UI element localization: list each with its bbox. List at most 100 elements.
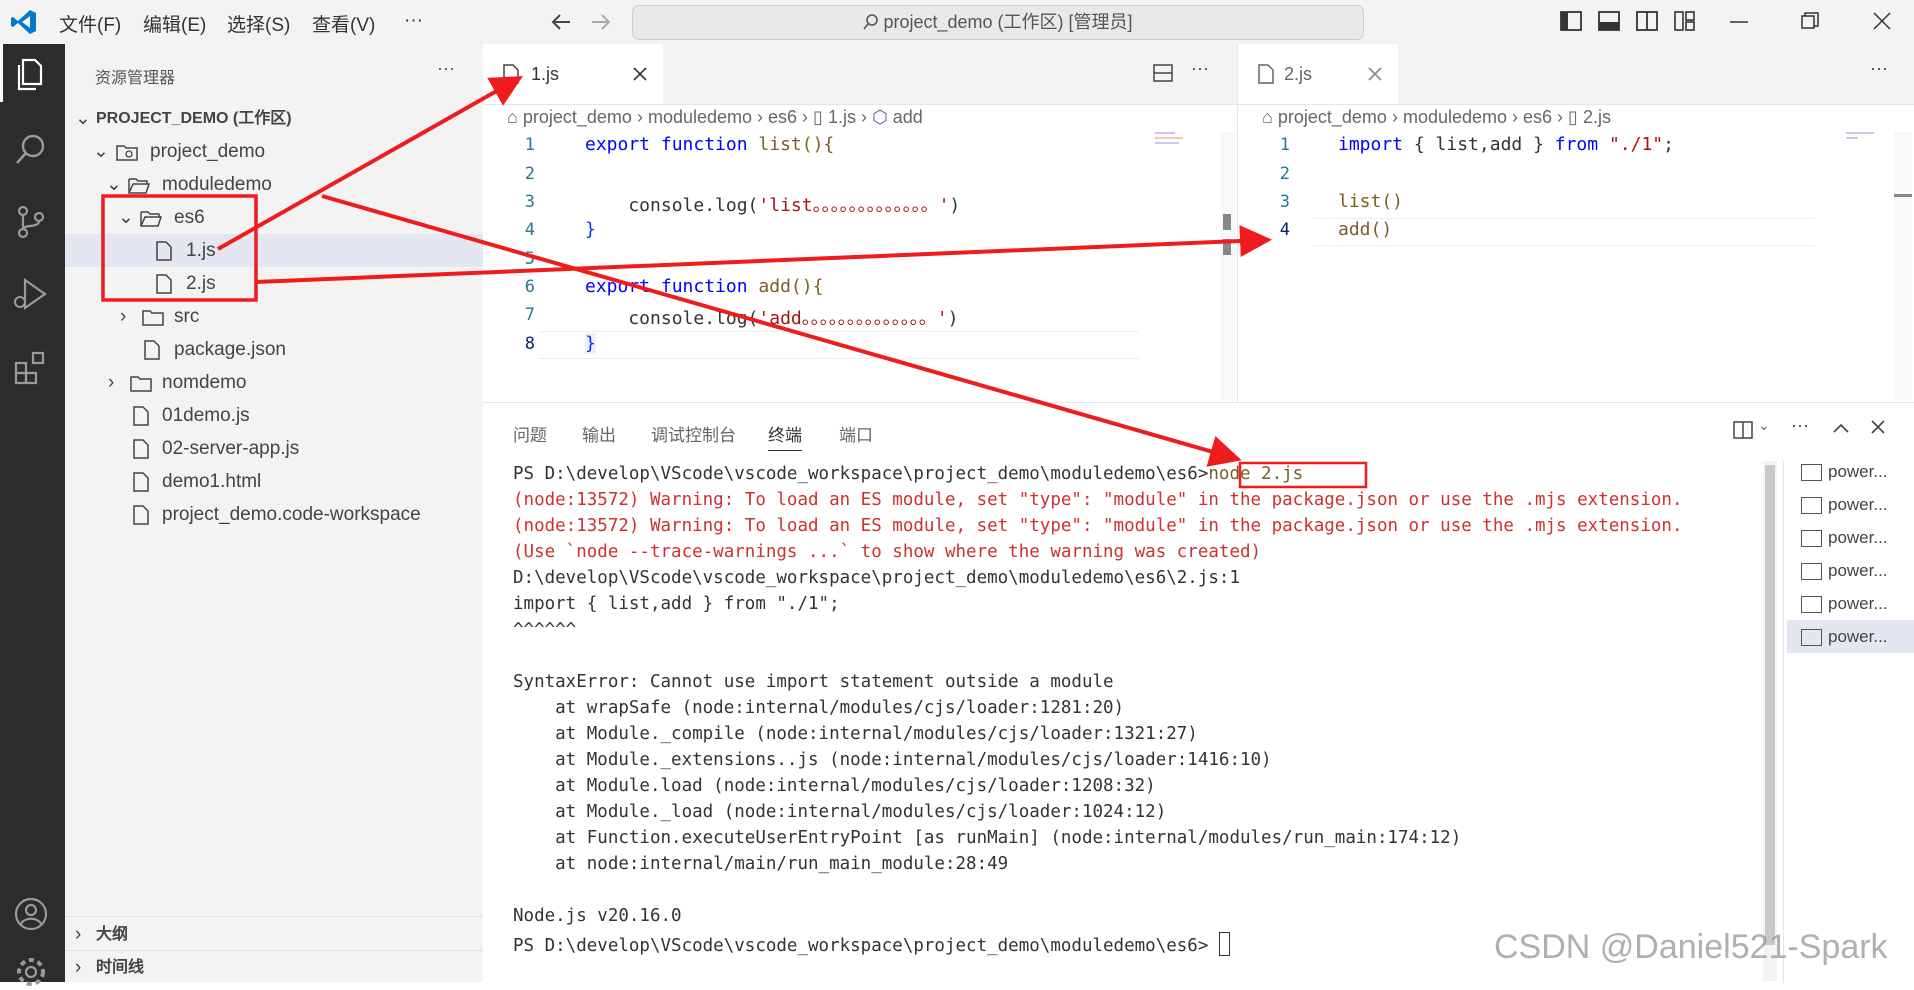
terminal-scrollbar-thumb[interactable] bbox=[1765, 465, 1775, 945]
panel-tab-ports[interactable]: 端口 bbox=[839, 421, 873, 446]
code-line[interactable]: } bbox=[585, 219, 596, 240]
tree-item-es6[interactable]: ⌄ es6 bbox=[65, 201, 483, 234]
breadcrumb-item[interactable]: moduledemo bbox=[1403, 107, 1507, 127]
code-line[interactable]: import { list,add } from "./1"; bbox=[1338, 134, 1674, 155]
close-icon[interactable] bbox=[633, 67, 647, 81]
chevron-down-icon[interactable]: ⌄ bbox=[1758, 417, 1770, 434]
forward-arrow-icon[interactable] bbox=[590, 12, 612, 32]
tree-item-moduledemo[interactable]: ⌄ moduledemo bbox=[65, 168, 483, 201]
back-arrow-icon[interactable] bbox=[550, 12, 572, 32]
panel-tab-terminal[interactable]: 终端 bbox=[768, 421, 802, 451]
tree-item-nomdemo[interactable]: › nomdemo bbox=[65, 366, 483, 399]
breadcrumb-item[interactable]: moduledemo bbox=[648, 107, 752, 127]
terminal-instance[interactable]: power... bbox=[1787, 587, 1914, 620]
line-number: 2 bbox=[524, 164, 535, 184]
breadcrumb-item[interactable]: ▯ 2.js bbox=[1568, 107, 1611, 127]
editor-more-icon[interactable]: ··· bbox=[1870, 58, 1888, 79]
chevron-right-icon: › bbox=[75, 957, 82, 978]
timeline-section[interactable]: › 时间线 bbox=[65, 951, 483, 984]
tree-item-01demo[interactable]: 01demo.js bbox=[65, 399, 483, 432]
menu-more[interactable]: ··· bbox=[404, 10, 423, 32]
code-line[interactable]: export function add(){ bbox=[585, 276, 823, 297]
code-token: ; bbox=[1663, 134, 1674, 155]
accounts-icon[interactable] bbox=[13, 896, 49, 932]
close-window-icon[interactable] bbox=[1873, 12, 1891, 30]
scrollbar[interactable] bbox=[1221, 132, 1235, 400]
editor-more-icon[interactable]: ··· bbox=[1191, 58, 1209, 79]
close-panel-icon[interactable] bbox=[1871, 420, 1885, 434]
code-line[interactable]: list() bbox=[1338, 191, 1403, 212]
outline-section[interactable]: › 大纲 bbox=[65, 918, 483, 951]
menu-view[interactable]: 查看(V) bbox=[312, 10, 375, 37]
code-line[interactable]: console.log('list。。。。。。。。。。。。。') bbox=[585, 191, 960, 217]
minimize-icon[interactable] bbox=[1730, 20, 1748, 24]
file-icon bbox=[156, 274, 172, 294]
panel-tab-debug-console[interactable]: 调试控制台 bbox=[651, 421, 736, 446]
timeline-label: 时间线 bbox=[96, 959, 145, 976]
explorer-icon[interactable] bbox=[13, 56, 49, 92]
tab-2js[interactable]: 2.js bbox=[1238, 44, 1398, 104]
line-number: 2 bbox=[1279, 164, 1290, 184]
terminal-instance[interactable]: power... bbox=[1787, 488, 1914, 521]
terminal-instance[interactable]: power... bbox=[1787, 620, 1914, 653]
breadcrumb-item[interactable]: ⌂ project_demo bbox=[507, 107, 632, 127]
terminal-instance[interactable]: power... bbox=[1787, 455, 1914, 488]
split-editor-icon[interactable] bbox=[1153, 64, 1173, 82]
workspace-header[interactable]: ⌄ PROJECT_DEMO (工作区) bbox=[65, 102, 483, 135]
sidebar-title: 资源管理器 bbox=[95, 70, 176, 87]
file-icon bbox=[133, 439, 149, 459]
line-number: 4 bbox=[1279, 220, 1290, 240]
minimap[interactable] bbox=[1846, 132, 1886, 144]
menu-selection[interactable]: 选择(S) bbox=[227, 10, 290, 37]
close-icon[interactable] bbox=[1368, 67, 1382, 81]
tree-item-2js[interactable]: 2.js bbox=[65, 267, 483, 300]
customize-layout-icon[interactable] bbox=[1674, 11, 1696, 31]
run-debug-icon[interactable] bbox=[11, 276, 49, 312]
code-line[interactable]: console.log('add。。。。。。。。。。。。。。') bbox=[585, 304, 958, 330]
terminal-instance[interactable]: power... bbox=[1787, 521, 1914, 554]
code-token: list(){ bbox=[747, 134, 835, 155]
split-terminal-icon[interactable] bbox=[1733, 421, 1753, 439]
tree-item-package-json[interactable]: package.json bbox=[65, 333, 483, 366]
restore-icon[interactable] bbox=[1801, 12, 1819, 30]
menu-edit[interactable]: 编辑(E) bbox=[143, 10, 206, 37]
terminal-line: SyntaxError: Cannot use import statement… bbox=[513, 672, 1114, 692]
tree-item-code-workspace[interactable]: project_demo.code-workspace bbox=[65, 498, 483, 531]
tree-item-demo1-html[interactable]: demo1.html bbox=[65, 465, 483, 498]
source-control-icon[interactable] bbox=[13, 204, 49, 240]
search-icon[interactable] bbox=[13, 132, 49, 168]
current-line-highlight bbox=[539, 331, 1139, 359]
sidebar-more-button[interactable]: ··· bbox=[437, 58, 455, 79]
breadcrumb-item[interactable]: ▯ 1.js bbox=[813, 107, 856, 127]
breadcrumb-item[interactable]: es6 bbox=[1523, 107, 1552, 127]
chevron-down-icon: ⌄ bbox=[75, 108, 91, 129]
scrollbar-marker bbox=[1223, 239, 1231, 255]
tree-item-1js[interactable]: 1.js bbox=[65, 234, 483, 267]
outline-label: 大纲 bbox=[96, 926, 129, 943]
tab-1js[interactable]: 1.js bbox=[483, 44, 663, 104]
tree-item-src[interactable]: › src bbox=[65, 300, 483, 333]
extensions-icon[interactable] bbox=[13, 350, 49, 386]
maximize-panel-chevron-up-icon[interactable] bbox=[1833, 423, 1849, 433]
activity-bar bbox=[0, 44, 65, 986]
breadcrumb-item[interactable]: es6 bbox=[768, 107, 797, 127]
terminal-line[interactable]: PS D:\develop\VScode\vscode_workspace\pr… bbox=[513, 932, 1230, 956]
minimap[interactable] bbox=[1155, 132, 1195, 162]
settings-gear-icon[interactable] bbox=[13, 954, 49, 990]
terminal-instance[interactable]: power... bbox=[1787, 554, 1914, 587]
panel-tab-output[interactable]: 输出 bbox=[582, 421, 616, 446]
breadcrumb-item[interactable]: ⬡ add bbox=[872, 107, 923, 127]
breadcrumb-item[interactable]: ⌂ project_demo bbox=[1262, 107, 1387, 127]
terminal-line: at Module._compile (node:internal/module… bbox=[513, 724, 1198, 744]
scrollbar[interactable] bbox=[1894, 132, 1912, 400]
command-center[interactable]: project_demo (工作区) [管理员] bbox=[632, 5, 1364, 40]
tree-item-project-demo[interactable]: ⌄ project_demo bbox=[65, 135, 483, 168]
panel-more-icon[interactable]: ··· bbox=[1791, 415, 1809, 436]
toggle-panel-icon[interactable] bbox=[1598, 11, 1620, 31]
code-line[interactable]: export function list(){ bbox=[585, 134, 834, 155]
toggle-primary-sidebar-icon[interactable] bbox=[1560, 11, 1582, 31]
menu-file[interactable]: 文件(F) bbox=[59, 10, 121, 37]
toggle-secondary-sidebar-icon[interactable] bbox=[1636, 11, 1658, 31]
tree-item-02-server-app[interactable]: 02-server-app.js bbox=[65, 432, 483, 465]
panel-tab-problems[interactable]: 问题 bbox=[513, 421, 547, 446]
